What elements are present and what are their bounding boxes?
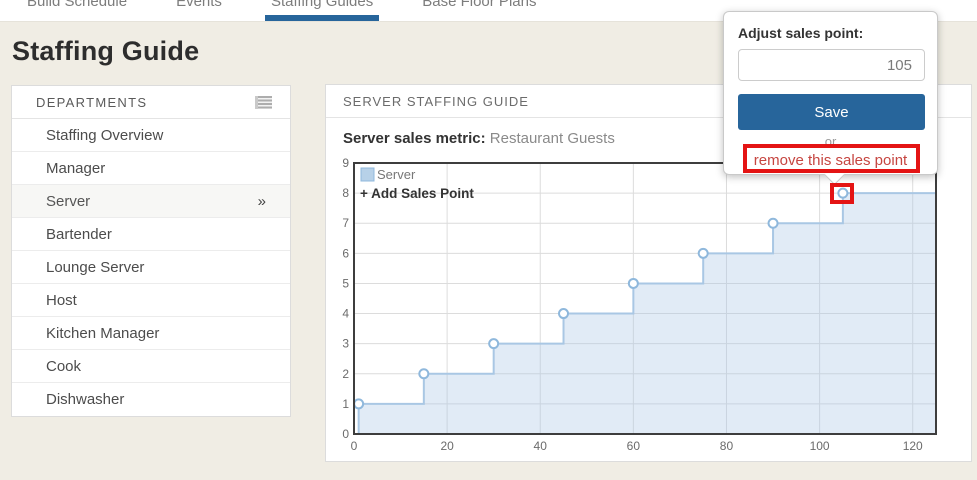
nav-tab-events[interactable]: Events — [176, 0, 222, 21]
sidebar-item-manager[interactable]: Manager» — [12, 152, 290, 185]
sales-metric-label: Server sales metric: — [343, 130, 486, 147]
y-tick-label: 8 — [342, 186, 349, 200]
nav-tab-build-schedule[interactable]: Build Schedule — [27, 0, 127, 21]
sales-point-marker[interactable] — [627, 277, 639, 289]
sidebar-item-label: Staffing Overview — [46, 126, 164, 144]
y-tick-label: 7 — [342, 216, 349, 230]
sidebar-item-list: Staffing Overview»Manager» Server » Bartend… — [12, 119, 290, 416]
y-tick-label: 9 — [342, 156, 349, 170]
sidebar-item-label: Manager — [46, 159, 106, 177]
x-tick-label: 80 — [720, 439, 734, 453]
sidebar-item-staffing-overview[interactable]: Staffing Overview» — [12, 119, 290, 152]
sidebar-item-kitchen-manager[interactable]: Kitchen Manager» — [12, 317, 290, 350]
sidebar-item-server[interactable]: Server » — [12, 185, 290, 218]
sales-point-input[interactable] — [738, 49, 925, 81]
sidebar-item-cook[interactable]: Cook» — [12, 350, 290, 383]
legend-label: Server — [377, 167, 416, 182]
sales-point-marker[interactable] — [697, 247, 709, 259]
y-tick-label: 4 — [342, 307, 349, 321]
list-icon[interactable] — [255, 95, 272, 109]
sidebar-item-label: Cook — [46, 357, 82, 375]
x-tick-label: 40 — [534, 439, 548, 453]
y-tick-label: 5 — [342, 276, 349, 290]
sales-point-marker[interactable] — [558, 308, 570, 320]
y-tick-label: 6 — [342, 246, 349, 260]
nav-tab-base-floor-plans[interactable]: Base Floor Plans — [422, 0, 536, 21]
sidebar-item-host[interactable]: Host» — [12, 284, 290, 317]
sidebar-item-lounge-server[interactable]: Lounge Server» — [12, 251, 290, 284]
save-button[interactable]: Save — [738, 94, 925, 130]
sales-point-marker[interactable] — [418, 368, 430, 380]
sidebar-header: DEPARTMENTS — [12, 86, 290, 119]
sidebar-header-label: DEPARTMENTS — [36, 94, 148, 110]
sales-metric-line: Server sales metric: Restaurant Guests — [343, 130, 615, 147]
sidebar-item-label: Bartender — [46, 225, 112, 243]
legend-swatch — [360, 167, 375, 182]
sales-point-marker[interactable] — [767, 217, 779, 229]
add-sales-point-button[interactable]: + Add Sales Point — [360, 186, 474, 201]
chevron-right-icon: » — [257, 192, 266, 210]
sales-metric-value: Restaurant Guests — [489, 130, 615, 147]
x-tick-label: 20 — [440, 439, 454, 453]
sidebar-item-label: Host — [46, 291, 77, 309]
sidebar-item-bartender[interactable]: Bartender» — [12, 218, 290, 251]
y-tick-label: 1 — [342, 397, 349, 411]
x-tick-label: 60 — [627, 439, 641, 453]
panel-header-label: SERVER STAFFING GUIDE — [343, 93, 529, 109]
sales-point-marker[interactable] — [488, 338, 500, 350]
departments-sidebar: DEPARTMENTS Staffing Overview»Manager»Se… — [11, 85, 291, 417]
y-tick-label: 2 — [342, 367, 349, 381]
y-tick-label: 3 — [342, 337, 349, 351]
or-label: or — [824, 134, 837, 149]
x-tick-label: 120 — [903, 439, 923, 453]
adjust-sales-point-popup: Adjust sales point: Save or remove this … — [723, 11, 938, 186]
sidebar-item-label: Server — [46, 192, 91, 210]
staffing-step-chart[interactable]: 0 20 40 60 80 100 120 0 1 2 3 4 5 6 7 8 9 Server + Add Sal… — [326, 151, 973, 463]
sidebar-item-dishwasher[interactable]: Dishwasher» — [12, 383, 290, 416]
sales-point-marker[interactable] — [837, 187, 849, 199]
sidebar-item-label: Kitchen Manager — [46, 324, 160, 342]
nav-tab-staffing-guides[interactable]: Staffing Guides — [264, 0, 380, 21]
page-title: Staffing Guide — [12, 36, 200, 66]
sidebar-item-label: Dishwasher — [46, 391, 125, 408]
popup-title: Adjust sales point: — [738, 25, 864, 41]
x-tick-label: 0 — [351, 439, 358, 453]
y-tick-label: 0 — [342, 427, 349, 441]
x-tick-label: 100 — [810, 439, 830, 453]
sidebar-item-label: Lounge Server — [46, 258, 145, 276]
sales-point-marker[interactable] — [353, 398, 365, 410]
chart-svg[interactable]: 0 20 40 60 80 100 120 0 1 2 3 4 5 6 7 8 9 Server + Add Sal… — [326, 151, 973, 463]
